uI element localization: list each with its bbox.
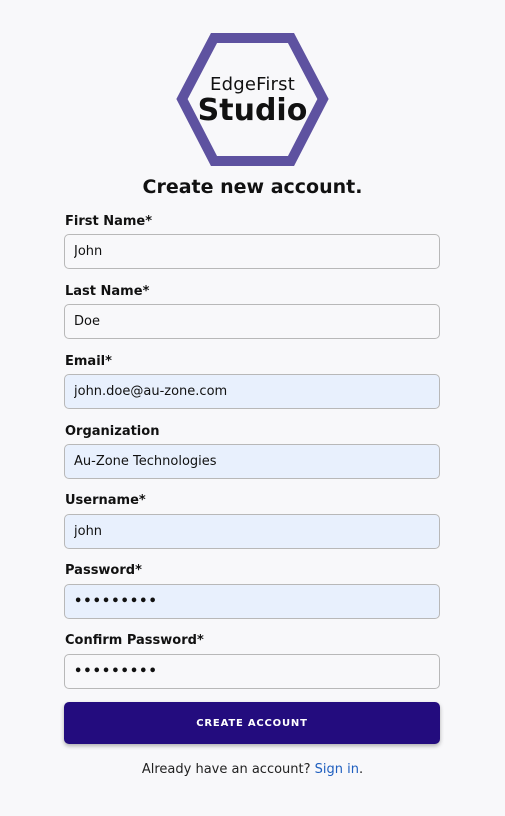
last-name-label: Last Name* xyxy=(65,284,150,299)
logo-text-edgefirst: EdgeFirst xyxy=(210,74,295,95)
confirm-password-input[interactable] xyxy=(64,654,440,689)
logo-text-studio: Studio xyxy=(197,93,308,128)
password-label: Password* xyxy=(65,563,142,578)
email-input[interactable] xyxy=(64,374,440,409)
confirm-password-label: Confirm Password* xyxy=(65,633,204,648)
sign-in-prompt: Already have an account? Sign in. xyxy=(0,762,505,777)
sign-in-prompt-suffix: . xyxy=(359,762,364,777)
username-label: Username* xyxy=(65,493,146,508)
first-name-label: First Name* xyxy=(65,214,153,229)
last-name-input[interactable] xyxy=(64,304,440,339)
organization-input[interactable] xyxy=(64,444,440,479)
email-label: Email* xyxy=(65,354,112,369)
first-name-input[interactable] xyxy=(64,234,440,269)
create-account-button[interactable]: CREATE ACCOUNT xyxy=(64,702,440,744)
username-input[interactable] xyxy=(64,514,440,549)
page-title: Create new account. xyxy=(142,176,363,198)
sign-in-link[interactable]: Sign in xyxy=(315,762,359,777)
edgefirst-studio-logo: EdgeFirst Studio xyxy=(176,33,329,166)
sign-in-prompt-text: Already have an account? xyxy=(141,762,315,777)
signup-page: EdgeFirst Studio Create new account. Fir… xyxy=(0,0,505,816)
password-input[interactable] xyxy=(64,584,440,619)
organization-label: Organization xyxy=(65,424,160,439)
